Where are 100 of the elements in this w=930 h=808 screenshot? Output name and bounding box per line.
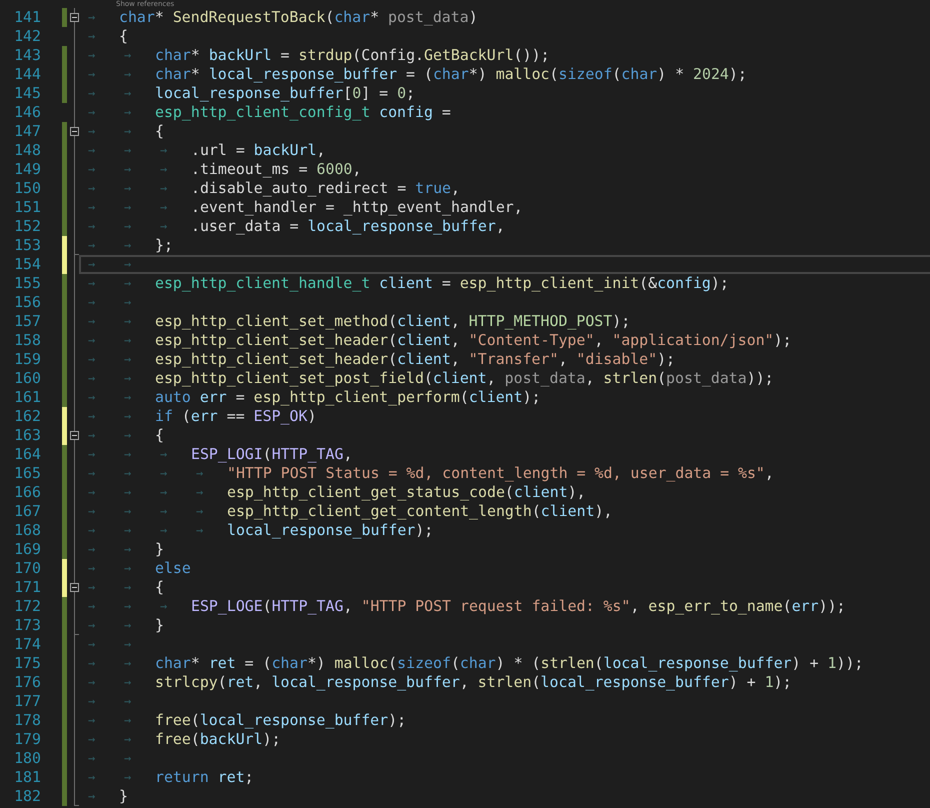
collapse-icon[interactable] — [70, 13, 79, 22]
tab-marker: → — [87, 789, 96, 804]
line-number: 147 — [13, 122, 41, 141]
tab-marker: → — [87, 295, 96, 310]
tab-marker: → — [123, 447, 132, 462]
line-number: 148 — [13, 141, 41, 160]
tab-marker: → — [87, 200, 96, 215]
tab-marker: → — [123, 143, 132, 158]
tab-marker: → — [123, 694, 132, 709]
code-text: "HTTP POST Status = %d, content_length = %d, user_data = %s", — [227, 464, 774, 483]
code-text: .user_data = local_response_buffer, — [191, 217, 505, 236]
line-number: 177 — [13, 692, 41, 711]
tab-marker: → — [159, 162, 168, 177]
tab-marker: → — [87, 523, 96, 538]
tab-marker: → — [123, 713, 132, 728]
tab-marker: → — [123, 390, 132, 405]
code-text: strlcpy(ret, local_response_buffer, strlen(local_response_buffer) + 1); — [155, 673, 792, 692]
tab-marker: → — [123, 333, 132, 348]
code-text: esp_http_client_set_header(client, "Content-Type", "application/json"); — [155, 331, 792, 350]
tab-marker: → — [123, 637, 132, 652]
line-number: 164 — [13, 445, 41, 464]
tab-marker: → — [123, 48, 132, 63]
tab-marker: → — [123, 770, 132, 785]
line-number: 172 — [13, 597, 41, 616]
line-number: 174 — [13, 635, 41, 654]
tab-marker: → — [123, 466, 132, 481]
code-text: .disable_auto_redirect = true, — [191, 179, 460, 198]
code-text: .timeout_ms = 6000, — [191, 160, 362, 179]
line-number: 181 — [13, 768, 41, 787]
line-number: 175 — [13, 654, 41, 673]
line-number: 143 — [13, 46, 41, 65]
tab-marker: → — [87, 314, 96, 329]
collapse-icon[interactable] — [70, 583, 79, 592]
code-text: char* backUrl = strdup(Config.GetBackUrl()); — [155, 46, 550, 65]
tab-marker: → — [87, 561, 96, 576]
tab-marker: → — [87, 751, 96, 766]
tab-marker: → — [159, 523, 168, 538]
tab-marker: → — [123, 485, 132, 500]
collapse-icon[interactable] — [70, 431, 79, 440]
tab-marker: → — [87, 48, 96, 63]
tab-marker: → — [87, 428, 96, 443]
tab-marker: → — [123, 580, 132, 595]
line-number: 176 — [13, 673, 41, 692]
tab-marker: → — [87, 732, 96, 747]
tab-marker: → — [159, 447, 168, 462]
tab-marker: → — [123, 675, 132, 690]
tab-marker: → — [87, 371, 96, 386]
tab-marker: → — [87, 219, 96, 234]
line-number: 150 — [13, 179, 41, 198]
tab-marker: → — [159, 599, 168, 614]
code-text: local_response_buffer[0] = 0; — [155, 84, 416, 103]
tab-marker: → — [123, 238, 132, 253]
code-text: { — [155, 122, 164, 141]
code-text: if (err == ESP_OK) — [155, 407, 316, 426]
line-number: 180 — [13, 749, 41, 768]
line-number: 165 — [13, 464, 41, 483]
tab-marker: → — [123, 181, 132, 196]
code-text: char* ret = (char*) malloc(sizeof(char) * (strlen(local_response_buffer) + 1)); — [155, 654, 864, 673]
tab-marker: → — [87, 542, 96, 557]
tab-marker: → — [159, 181, 168, 196]
tab-marker: → — [123, 67, 132, 82]
code-text: esp_http_client_config_t config = — [155, 103, 451, 122]
tab-marker: → — [87, 656, 96, 671]
tab-marker: → — [123, 86, 132, 101]
line-number: 173 — [13, 616, 41, 635]
tab-marker: → — [123, 257, 132, 272]
tab-marker: → — [123, 124, 132, 139]
tab-marker: → — [123, 504, 132, 519]
code-text: esp_http_client_handle_t client = esp_http_client_init(&config); — [155, 274, 729, 293]
tab-marker: → — [123, 200, 132, 215]
code-text: { — [155, 426, 164, 445]
tab-marker: → — [123, 162, 132, 177]
line-number: 145 — [13, 84, 41, 103]
tab-marker: → — [123, 618, 132, 633]
tab-marker: → — [123, 542, 132, 557]
tab-marker: → — [159, 200, 168, 215]
tab-marker: → — [87, 599, 96, 614]
line-number: 171 — [13, 578, 41, 597]
tab-marker: → — [159, 143, 168, 158]
tab-marker: → — [87, 504, 96, 519]
tab-marker: → — [123, 561, 132, 576]
tab-marker: → — [123, 428, 132, 443]
tab-marker: → — [87, 447, 96, 462]
code-text: char* SendRequestToBack(char* post_data) — [119, 8, 478, 27]
line-number: 168 — [13, 521, 41, 540]
tab-marker: → — [87, 580, 96, 595]
collapse-icon[interactable] — [70, 127, 79, 136]
code-text: ESP_LOGE(HTTP_TAG, "HTTP POST request failed: %s", esp_err_to_name(err)); — [191, 597, 846, 616]
line-number: 153 — [13, 236, 41, 255]
code-text: esp_http_client_get_content_length(client), — [227, 502, 613, 521]
tab-marker: → — [87, 276, 96, 291]
line-number: 161 — [13, 388, 41, 407]
tab-marker: → — [87, 770, 96, 785]
tab-marker: → — [87, 257, 96, 272]
tab-marker: → — [159, 485, 168, 500]
line-number: 162 — [13, 407, 41, 426]
tab-marker: → — [87, 181, 96, 196]
line-number: 149 — [13, 160, 41, 179]
tab-marker: → — [87, 466, 96, 481]
code-text: esp_http_client_set_post_field(client, post_data, strlen(post_data)); — [155, 369, 774, 388]
